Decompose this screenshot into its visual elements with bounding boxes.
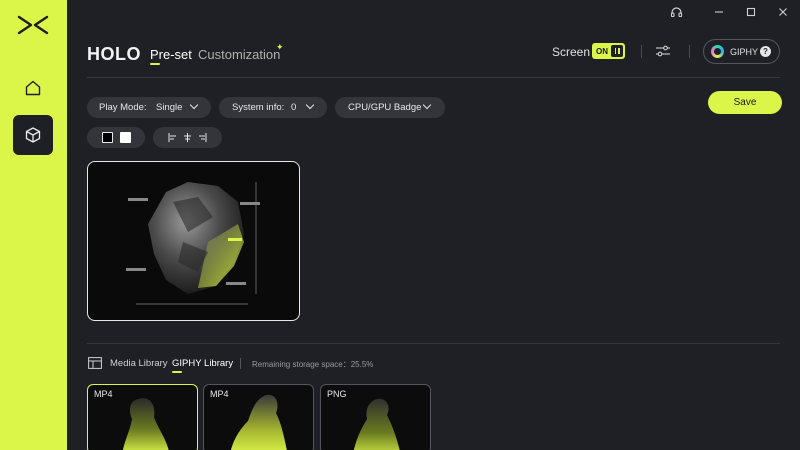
- minimize-icon: [715, 11, 723, 13]
- header-divider-line: [87, 77, 780, 78]
- badge-dropdown[interactable]: CPU/GPU Badge: [335, 97, 445, 118]
- color-selector: [87, 127, 145, 148]
- active-library-indicator: [172, 371, 182, 373]
- library-item[interactable]: PNG: [320, 384, 431, 450]
- app-title: HOLO: [87, 44, 141, 64]
- system-info-dropdown[interactable]: System info: 0: [219, 97, 327, 118]
- sliders-icon: [656, 45, 670, 57]
- align-left-icon[interactable]: [168, 133, 177, 142]
- tab-preset[interactable]: Pre-set: [150, 47, 192, 62]
- library-item[interactable]: MP4: [203, 384, 314, 450]
- help-icon[interactable]: ?: [760, 46, 771, 57]
- screen-toggle[interactable]: ON: [592, 43, 625, 59]
- tab-customization[interactable]: Customization: [198, 47, 280, 62]
- close-icon: [779, 8, 787, 16]
- tab-media-library[interactable]: Media Library: [110, 358, 168, 369]
- white-swatch[interactable]: [120, 132, 131, 143]
- section-divider: [87, 343, 780, 344]
- media-library-icon[interactable]: [88, 357, 102, 369]
- settings-button[interactable]: [655, 44, 671, 58]
- library-divider: [240, 358, 241, 369]
- headset-icon: [670, 6, 682, 17]
- sidebar-item-device[interactable]: [13, 115, 53, 155]
- screen-label: Screen: [552, 45, 591, 59]
- align-center-icon[interactable]: [183, 133, 192, 142]
- header-divider: [689, 45, 690, 58]
- app-logo-icon: [17, 15, 49, 35]
- system-info-value: 0: [291, 102, 297, 113]
- giphy-button[interactable]: GIPHY ?: [703, 39, 780, 64]
- close-button[interactable]: [774, 4, 792, 20]
- preview-rock-image: [126, 182, 260, 305]
- storage-status: Remaining storage space：25.5%: [252, 360, 374, 369]
- maximize-icon: [746, 7, 756, 17]
- sidebar: [0, 0, 67, 450]
- screen-toggle-label: ON: [596, 46, 608, 56]
- chevron-down-icon: [189, 100, 199, 110]
- sidebar-item-home[interactable]: [13, 68, 53, 108]
- toggle-knob: [611, 45, 623, 57]
- support-button[interactable]: [667, 4, 685, 20]
- header-divider: [641, 45, 642, 58]
- format-badge: MP4: [94, 389, 113, 399]
- play-mode-value: Single: [156, 102, 183, 113]
- sparkle-icon: ✦: [276, 42, 284, 52]
- play-mode-dropdown[interactable]: Play Mode: Single: [87, 97, 211, 118]
- tab-giphy-library[interactable]: GIPHY Library: [172, 358, 233, 369]
- preview-panel[interactable]: [87, 161, 300, 321]
- minimize-button[interactable]: [710, 4, 728, 20]
- library-item[interactable]: MP4: [87, 384, 198, 450]
- play-mode-label: Play Mode:: [99, 102, 147, 113]
- black-swatch[interactable]: [102, 132, 113, 143]
- align-right-icon[interactable]: [198, 133, 207, 142]
- save-button[interactable]: Save: [708, 91, 782, 114]
- format-badge: MP4: [210, 389, 229, 399]
- chevron-down-icon: [422, 100, 432, 110]
- system-info-label: System info:: [232, 102, 285, 113]
- badge-label: CPU/GPU Badge: [348, 102, 422, 113]
- alignment-selector: [153, 127, 222, 148]
- format-badge: PNG: [327, 389, 347, 399]
- maximize-button[interactable]: [742, 4, 760, 20]
- cube-icon: [25, 127, 41, 143]
- giphy-logo-icon: [711, 45, 724, 58]
- chevron-down-icon: [305, 100, 315, 110]
- giphy-label: GIPHY: [730, 46, 759, 57]
- home-icon: [25, 80, 41, 96]
- active-tab-indicator: [150, 63, 160, 65]
